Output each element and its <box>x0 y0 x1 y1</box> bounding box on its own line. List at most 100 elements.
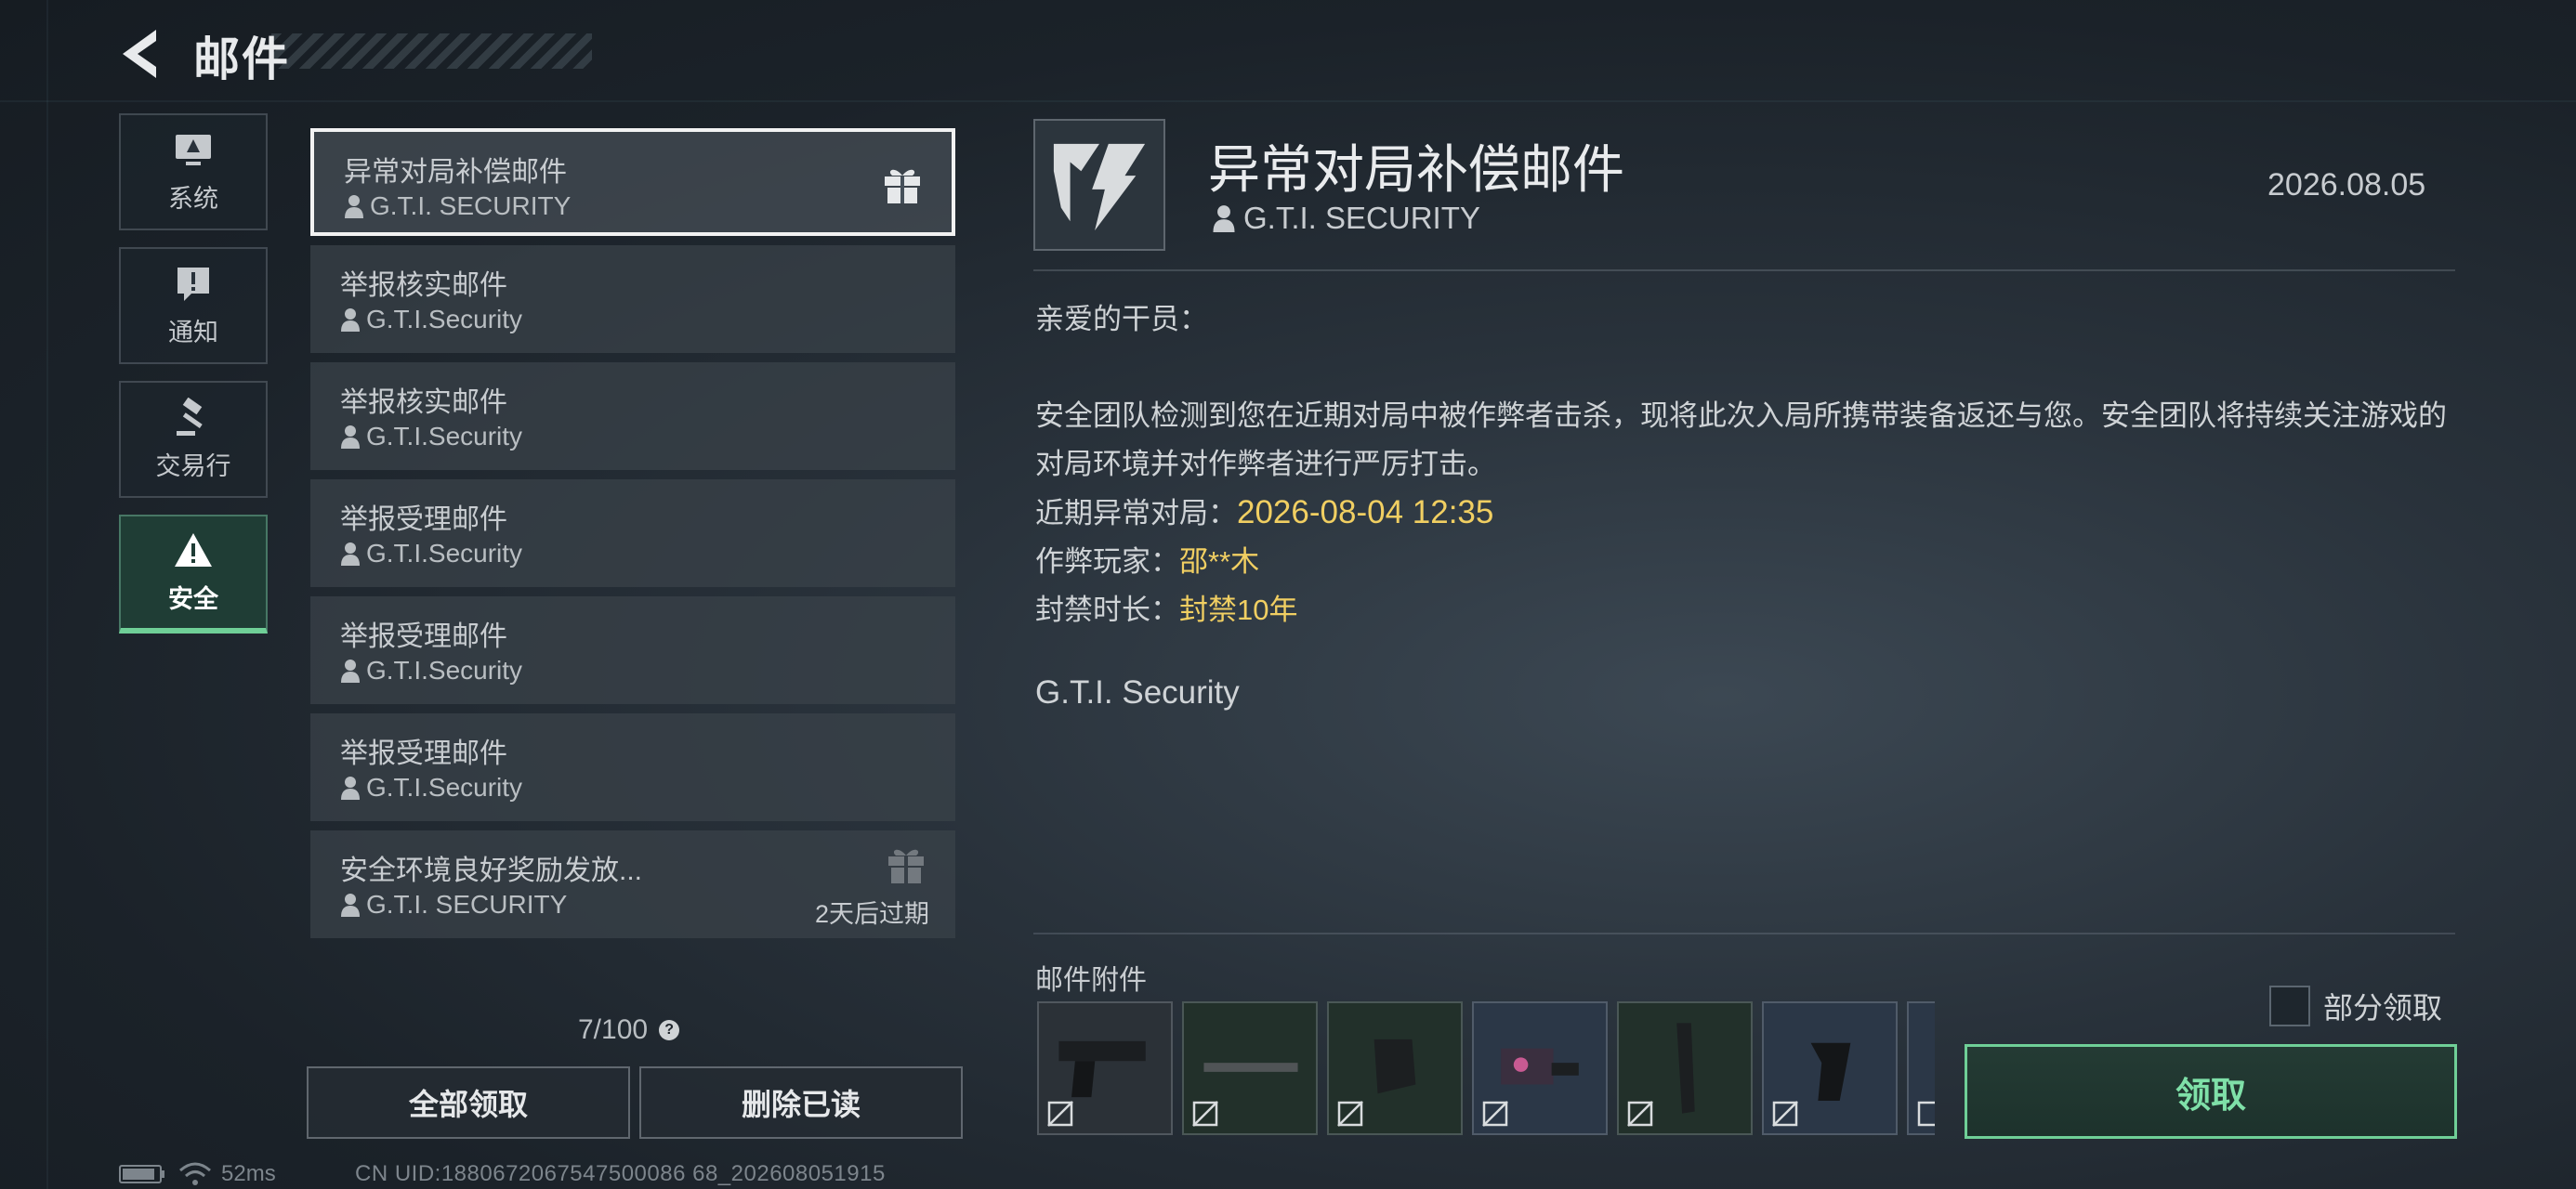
user-icon <box>341 777 360 800</box>
ban-value: 封禁10年 <box>1179 594 1298 626</box>
recent-match-label: 近期异常对局： <box>1035 497 1237 529</box>
alert-bubble-icon <box>177 267 209 301</box>
mail-sender: G.T.I.Security <box>340 773 522 803</box>
mail-sender-name: G.T.I.Security <box>366 656 523 685</box>
mail-expire-text: 2天后过期 <box>814 900 929 928</box>
back-button[interactable] <box>119 26 164 82</box>
partial-claim-checkbox[interactable] <box>2269 986 2310 1026</box>
bound-item-icon <box>1482 1101 1508 1127</box>
status-bar: 52ms <box>119 1161 276 1187</box>
bound-item-icon <box>1627 1101 1653 1127</box>
page-title: 邮件 <box>193 33 290 85</box>
category-tab-security[interactable]: 安全 <box>119 515 268 634</box>
claim-all-button[interactable]: 全部领取 <box>307 1066 630 1139</box>
bound-item-icon <box>1917 1101 1935 1127</box>
user-icon <box>341 894 360 917</box>
mail-list-item[interactable]: 安全环境良好奖励发放... G.T.I. SECURITY 2天后过期 <box>310 830 955 938</box>
mail-list-item[interactable]: 举报受理邮件 G.T.I.Security <box>310 713 955 821</box>
warning-triangle-icon <box>175 532 212 567</box>
detail-sender-name: G.T.I. SECURITY <box>1243 201 1480 235</box>
claim-button[interactable]: 领取 <box>1965 1044 2457 1139</box>
mail-list-item[interactable]: 举报受理邮件 G.T.I.Security <box>310 596 955 704</box>
attachment-item[interactable] <box>1327 1001 1463 1135</box>
user-icon <box>341 425 360 449</box>
attachment-item[interactable] <box>1037 1001 1173 1135</box>
mail-sender: G.T.I.Security <box>340 656 522 686</box>
attachment-item[interactable] <box>1617 1001 1753 1135</box>
user-icon <box>345 195 363 218</box>
attachment-item[interactable] <box>1762 1001 1898 1135</box>
bound-item-icon <box>1192 1101 1218 1127</box>
category-tab-notice[interactable]: 通知 <box>119 247 268 364</box>
gift-icon <box>885 169 920 203</box>
divider <box>1033 933 2455 934</box>
mail-sender: G.T.I.Security <box>340 305 522 334</box>
mail-subject: 异常对局补偿邮件 <box>344 157 567 188</box>
category-label: 安全 <box>168 584 218 613</box>
greeting: 亲爱的干员： <box>1035 303 1208 335</box>
category-tab-trading[interactable]: 交易行 <box>119 381 268 498</box>
mail-body: 亲爱的干员： 安全团队检测到您在近期对局中被作弊者击杀，现将此次入局所携带装备返… <box>1035 295 2448 634</box>
mail-list-item[interactable]: 举报受理邮件 G.T.I.Security <box>310 479 955 587</box>
delete-read-button[interactable]: 删除已读 <box>639 1066 963 1139</box>
sender-logo <box>1033 119 1165 251</box>
user-icon <box>1213 205 1235 232</box>
category-label: 系统 <box>168 184 218 213</box>
body-paragraph: 安全团队检测到您在近期对局中被作弊者击杀，现将此次入局所携带装备返还与您。安全团… <box>1035 399 2447 480</box>
detail-date: 2026.08.05 <box>2267 167 2426 203</box>
back-arrow-icon <box>123 30 156 78</box>
mail-sender: G.T.I. SECURITY <box>344 191 571 221</box>
help-icon[interactable]: ? <box>659 1020 680 1040</box>
detail-sender: G.T.I. SECURITY <box>1212 201 1480 236</box>
mail-sender: G.T.I. SECURITY <box>340 890 567 920</box>
category-label: 通知 <box>168 318 218 346</box>
gift-icon <box>888 849 924 883</box>
signature: G.T.I. Security <box>1035 674 1240 711</box>
battery-icon <box>119 1165 164 1183</box>
divider <box>1033 269 2455 271</box>
wifi-icon <box>179 1162 211 1185</box>
mail-list-item[interactable]: 举报核实邮件 G.T.I.Security <box>310 245 955 353</box>
ban-label: 封禁时长： <box>1035 594 1179 626</box>
attachment-item[interactable] <box>1472 1001 1608 1135</box>
bound-item-icon <box>1047 1101 1073 1127</box>
mail-subject: 举报受理邮件 <box>340 738 507 769</box>
ping-text: 52ms <box>221 1161 276 1186</box>
mail-sender-name: G.T.I. SECURITY <box>366 890 568 919</box>
category-tab-system[interactable]: 系统 <box>119 113 268 230</box>
mail-subject: 举报核实邮件 <box>340 387 507 418</box>
mail-sender-name: G.T.I.Security <box>366 539 523 568</box>
user-icon <box>341 308 360 332</box>
bound-item-icon <box>1772 1101 1798 1127</box>
cheater-value: 邵**木 <box>1179 545 1260 578</box>
gti-logo-icon <box>1053 143 1146 231</box>
uid-text: CN UID:1880672067547500086 68_2026080519… <box>355 1161 886 1186</box>
user-icon <box>341 660 360 683</box>
attachment-item-partial[interactable] <box>1907 1001 1935 1135</box>
bound-item-icon <box>1337 1101 1363 1127</box>
user-icon <box>341 542 360 566</box>
mail-sender-name: G.T.I.Security <box>366 773 523 802</box>
mail-subject: 举报受理邮件 <box>340 621 507 652</box>
monitor-icon <box>176 134 211 165</box>
mail-sender: G.T.I.Security <box>340 422 522 451</box>
mail-list-item-selected[interactable]: 异常对局补偿邮件 G.T.I. SECURITY <box>310 128 955 236</box>
mail-sender-name: G.T.I.Security <box>366 305 523 333</box>
mail-sender-name: G.T.I.Security <box>366 422 523 451</box>
mail-list-item[interactable]: 举报核实邮件 G.T.I.Security <box>310 362 955 470</box>
recent-match-value: 2026-08-04 12:35 <box>1237 494 1494 530</box>
mail-count: 7/100 ? <box>578 1014 680 1046</box>
attachments-label: 邮件附件 <box>1035 965 1147 996</box>
ban-line: 封禁时长：封禁10年 <box>1035 586 2448 634</box>
mail-subject: 安全环境良好奖励发放... <box>340 856 643 886</box>
cheater-line: 作弊玩家：邵**木 <box>1035 538 2448 586</box>
cheater-label: 作弊玩家： <box>1035 545 1179 578</box>
partial-claim-toggle[interactable]: 部分领取 <box>2269 985 2442 1027</box>
background-grid-line <box>46 0 48 1189</box>
attachment-item[interactable] <box>1182 1001 1318 1135</box>
mail-count-value: 7/100 <box>578 1014 649 1045</box>
mail-sender-name: G.T.I. SECURITY <box>370 191 572 220</box>
detail-subject: 异常对局补偿邮件 <box>1208 140 1624 199</box>
gavel-icon <box>177 397 203 436</box>
